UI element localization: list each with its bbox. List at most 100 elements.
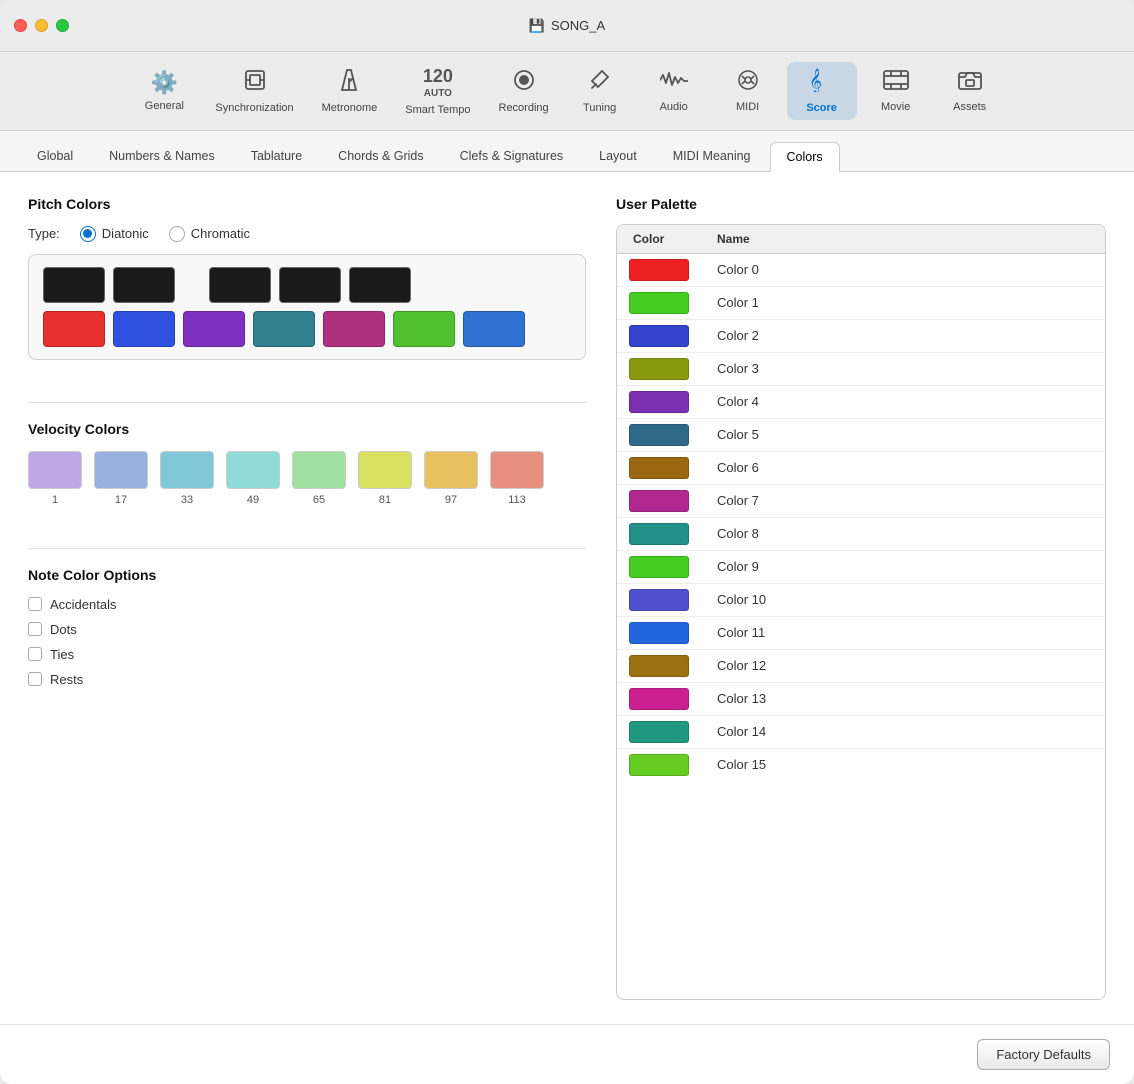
palette-row[interactable]: Color 9 (617, 551, 1105, 584)
checkbox-rests[interactable]: Rests (28, 672, 586, 687)
tab-clefs-signatures[interactable]: Clefs & Signatures (443, 141, 581, 170)
radio-chromatic-label: Chromatic (191, 226, 250, 241)
velocity-swatch-1[interactable] (94, 451, 148, 489)
velocity-label-5: 81 (379, 494, 391, 506)
palette-header-color: Color (617, 232, 717, 246)
palette-row[interactable]: Color 13 (617, 683, 1105, 716)
velocity-label-1: 17 (115, 494, 127, 506)
radio-chromatic[interactable]: Chromatic (169, 226, 250, 242)
pitch-color-swatch-5[interactable] (393, 311, 455, 347)
velocity-cell-5: 81 (358, 451, 412, 506)
velocity-cell-4: 65 (292, 451, 346, 506)
tab-numbers-names[interactable]: Numbers & Names (92, 141, 232, 170)
maximize-button[interactable] (56, 19, 69, 32)
movie-icon (883, 69, 909, 97)
palette-row[interactable]: Color 8 (617, 518, 1105, 551)
velocity-swatch-4[interactable] (292, 451, 346, 489)
toolbar-item-metronome[interactable]: Metronome (310, 62, 390, 120)
black-swatch-1[interactable] (113, 267, 175, 303)
factory-defaults-button[interactable]: Factory Defaults (977, 1039, 1110, 1070)
pitch-color-swatch-2[interactable] (183, 311, 245, 347)
tab-tablature[interactable]: Tablature (234, 141, 319, 170)
palette-row[interactable]: Color 12 (617, 650, 1105, 683)
toolbar-label-general: General (145, 100, 184, 112)
toolbar-item-smart-tempo[interactable]: 120 AUTO Smart Tempo (393, 60, 482, 122)
palette-row[interactable]: Color 3 (617, 353, 1105, 386)
pitch-color-swatch-0[interactable] (43, 311, 105, 347)
pitch-color-swatch-1[interactable] (113, 311, 175, 347)
velocity-swatch-5[interactable] (358, 451, 412, 489)
toolbar-item-score[interactable]: 𝄞 Score (787, 62, 857, 120)
checkbox-ties-box (28, 647, 42, 661)
black-swatch-2[interactable] (209, 267, 271, 303)
black-swatch-0[interactable] (43, 267, 105, 303)
palette-swatch-7 (629, 490, 689, 512)
radio-diatonic[interactable]: Diatonic (80, 226, 149, 242)
palette-name-3: Color 3 (717, 361, 1105, 376)
type-label: Type: (28, 226, 60, 241)
palette-row[interactable]: Color 0 (617, 254, 1105, 287)
tab-global[interactable]: Global (20, 141, 90, 170)
palette-row[interactable]: Color 11 (617, 617, 1105, 650)
pitch-color-swatch-4[interactable] (323, 311, 385, 347)
palette-swatch-cell (617, 424, 717, 446)
palette-swatch-cell (617, 589, 717, 611)
checkbox-accidentals[interactable]: Accidentals (28, 597, 586, 612)
black-swatch-3[interactable] (279, 267, 341, 303)
pitch-swatches-container (28, 254, 586, 360)
tab-layout[interactable]: Layout (582, 141, 654, 170)
traffic-lights (14, 19, 69, 32)
velocity-swatch-2[interactable] (160, 451, 214, 489)
pitch-color-swatch-6[interactable] (463, 311, 525, 347)
divider-1 (28, 402, 586, 403)
toolbar-item-tuning[interactable]: Tuning (565, 62, 635, 120)
tab-chords-grids[interactable]: Chords & Grids (321, 141, 440, 170)
black-swatch-4[interactable] (349, 267, 411, 303)
recording-icon (512, 68, 536, 98)
toolbar-item-recording[interactable]: Recording (487, 62, 561, 120)
radio-diatonic-circle (80, 226, 96, 242)
velocity-swatch-0[interactable] (28, 451, 82, 489)
toolbar-item-assets[interactable]: Assets (935, 63, 1005, 119)
palette-swatch-cell (617, 754, 717, 776)
velocity-cell-7: 113 (490, 451, 544, 506)
palette-row[interactable]: Color 7 (617, 485, 1105, 518)
velocity-swatch-7[interactable] (490, 451, 544, 489)
palette-row[interactable]: Color 10 (617, 584, 1105, 617)
checkbox-ties[interactable]: Ties (28, 647, 586, 662)
velocity-cell-2: 33 (160, 451, 214, 506)
tuning-icon (588, 68, 612, 98)
toolbar-item-audio[interactable]: Audio (639, 63, 709, 119)
window-title-text: SONG_A (551, 18, 605, 33)
palette-row[interactable]: Color 6 (617, 452, 1105, 485)
palette-row[interactable]: Color 5 (617, 419, 1105, 452)
palette-row[interactable]: Color 14 (617, 716, 1105, 749)
velocity-colors-title: Velocity Colors (28, 421, 586, 437)
palette-name-9: Color 9 (717, 559, 1105, 574)
palette-row[interactable]: Color 1 (617, 287, 1105, 320)
minimize-button[interactable] (35, 19, 48, 32)
toolbar-item-general[interactable]: ⚙️ General (129, 64, 199, 118)
palette-title: User Palette (616, 196, 1106, 212)
tab-colors[interactable]: Colors (770, 142, 840, 172)
close-button[interactable] (14, 19, 27, 32)
toolbar-item-midi[interactable]: MIDI (713, 63, 783, 119)
tabs-bar: Global Numbers & Names Tablature Chords … (0, 131, 1134, 172)
palette-swatch-cell (617, 523, 717, 545)
palette-table: Color Name Color 0 Color 1 Color 2 (616, 224, 1106, 1000)
note-options-title: Note Color Options (28, 567, 586, 583)
checkbox-dots[interactable]: Dots (28, 622, 586, 637)
toolbar: ⚙️ General Synchronization (0, 52, 1134, 131)
pitch-color-swatch-3[interactable] (253, 311, 315, 347)
checkbox-dots-box (28, 622, 42, 636)
toolbar-label-recording: Recording (499, 102, 549, 114)
toolbar-item-synchronization[interactable]: Synchronization (203, 62, 305, 120)
velocity-swatch-3[interactable] (226, 451, 280, 489)
general-icon: ⚙️ (151, 70, 178, 96)
velocity-swatch-6[interactable] (424, 451, 478, 489)
toolbar-item-movie[interactable]: Movie (861, 63, 931, 119)
palette-row[interactable]: Color 2 (617, 320, 1105, 353)
tab-midi-meaning[interactable]: MIDI Meaning (656, 141, 768, 170)
palette-row[interactable]: Color 15 (617, 749, 1105, 781)
palette-row[interactable]: Color 4 (617, 386, 1105, 419)
